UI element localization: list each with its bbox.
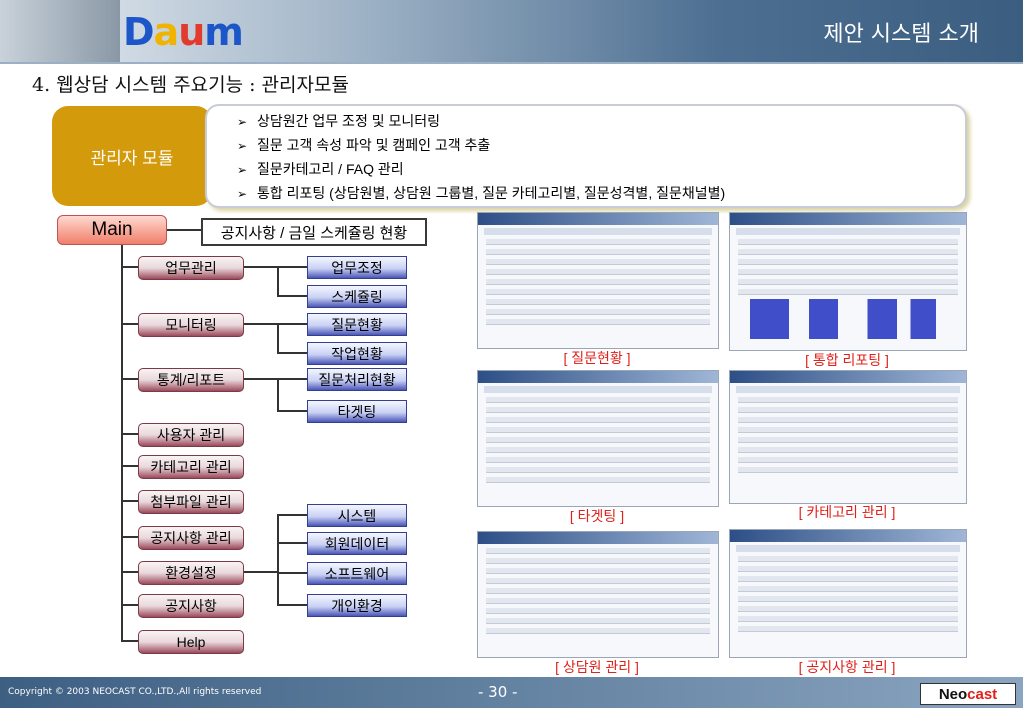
sub-software[interactable]: 소프트웨어: [307, 562, 407, 585]
menu-category-management[interactable]: 카테고리 관리: [138, 455, 244, 479]
connector: [277, 266, 279, 296]
screenshot-category-management: [729, 370, 967, 504]
connector: [277, 352, 307, 354]
feature-item: ➢ 통합 리포팅 (상담원별, 상담원 그룹별, 질문 카테고리별, 질문성격별,…: [237, 182, 965, 206]
screenshot-targeting: [477, 370, 719, 507]
connector: [277, 514, 279, 605]
connector: [277, 410, 307, 412]
connector: [121, 378, 138, 380]
connector: [277, 323, 307, 325]
caption-agent-management: [ 상담원 관리 ]: [555, 659, 639, 675]
neocast-logo: Neo cast: [920, 683, 1016, 705]
sub-scheduling[interactable]: 스케쥴링: [307, 285, 407, 308]
menu-notice[interactable]: 공지사항: [138, 594, 244, 618]
connector: [277, 542, 307, 544]
screenshot-question-status: [477, 212, 719, 349]
arrow-icon: ➢: [237, 139, 248, 153]
feature-item: ➢ 질문 고객 속성 파악 및 캠페인 고객 추출: [237, 134, 965, 158]
menu-user-management[interactable]: 사용자 관리: [138, 423, 244, 447]
caption-notice-management: [ 공지사항 관리 ]: [798, 659, 896, 675]
menu-settings[interactable]: 환경설정: [138, 561, 244, 585]
caption-integrated-report: [ 통합 리포팅 ]: [805, 352, 889, 368]
connector: [242, 378, 278, 380]
sub-work-status[interactable]: 작업현황: [307, 342, 407, 365]
copyright-text: Copyright © 2003 NEOCAST CO.,LTD.,All ri…: [8, 687, 262, 697]
connector: [277, 378, 307, 380]
connector: [277, 378, 279, 411]
connector: [242, 323, 278, 325]
feature-list-box: ➢ 상담원간 업무 조정 및 모니터링 ➢ 질문 고객 속성 파악 및 캠페인 고객…: [205, 104, 967, 208]
menu-help[interactable]: Help: [138, 630, 244, 654]
connector: [242, 266, 278, 268]
arrow-icon: ➢: [237, 115, 248, 129]
sub-targeting[interactable]: 타겟팅: [307, 400, 407, 423]
notice-schedule-box: 공지사항 / 금일 스케쥴링 현황: [201, 218, 427, 246]
header-divider: [0, 62, 1023, 64]
connector: [121, 465, 138, 467]
connector: [242, 571, 278, 573]
main-button[interactable]: Main: [57, 215, 167, 245]
bar-graph: [750, 299, 946, 339]
caption-category-management: [ 카테고리 관리 ]: [798, 504, 896, 520]
connector: [121, 323, 138, 325]
connector: [277, 604, 307, 606]
caption-targeting: [ 타겟팅 ]: [569, 508, 625, 524]
connector: [277, 295, 307, 297]
screenshot-integrated-report: [729, 212, 967, 351]
feature-item: ➢ 질문카테고리 / FAQ 관리: [237, 158, 965, 182]
connector: [277, 572, 307, 574]
connector: [121, 500, 138, 502]
connector: [121, 433, 138, 435]
sub-question-status[interactable]: 질문현황: [307, 313, 407, 336]
screenshot-agent-management: [477, 531, 719, 658]
module-label: 관리자 모듈: [52, 106, 212, 206]
caption-question-status: [ 질문현황 ]: [563, 350, 631, 366]
connector: [277, 323, 279, 353]
connector: [121, 266, 138, 268]
menu-statistics-report[interactable]: 통계/리포트: [138, 368, 244, 392]
header-photo: [0, 0, 120, 62]
connector: [277, 514, 307, 516]
menu-notice-management[interactable]: 공지사항 관리: [138, 526, 244, 550]
sub-task-adjust[interactable]: 업무조정: [307, 256, 407, 279]
screenshot-notice-management: [729, 529, 967, 658]
arrow-icon: ➢: [237, 187, 248, 201]
connector: [277, 266, 307, 268]
connector: [121, 243, 123, 641]
sub-member-data[interactable]: 회원데이터: [307, 532, 407, 555]
connector: [121, 604, 138, 606]
sub-question-process-status[interactable]: 질문처리현황: [307, 368, 407, 391]
connector: [121, 536, 138, 538]
connector: [121, 571, 138, 573]
menu-task-management[interactable]: 업무관리: [138, 256, 244, 280]
slide-title: 제안 시스템 소개: [823, 22, 979, 47]
page-number: - 30 -: [478, 683, 518, 701]
section-subtitle: 4. 웹상담 시스템 주요기능 : 관리자모듈: [32, 74, 349, 96]
sub-personal-env[interactable]: 개인환경: [307, 594, 407, 617]
arrow-icon: ➢: [237, 163, 248, 177]
connector: [121, 640, 138, 642]
feature-item: ➢ 상담원간 업무 조정 및 모니터링: [237, 110, 965, 134]
sub-system[interactable]: 시스템: [307, 504, 407, 527]
daum-logo: Daum: [123, 10, 244, 54]
menu-attachment-management[interactable]: 첨부파일 관리: [138, 490, 244, 514]
menu-monitoring[interactable]: 모니터링: [138, 313, 244, 337]
connector: [165, 229, 201, 231]
